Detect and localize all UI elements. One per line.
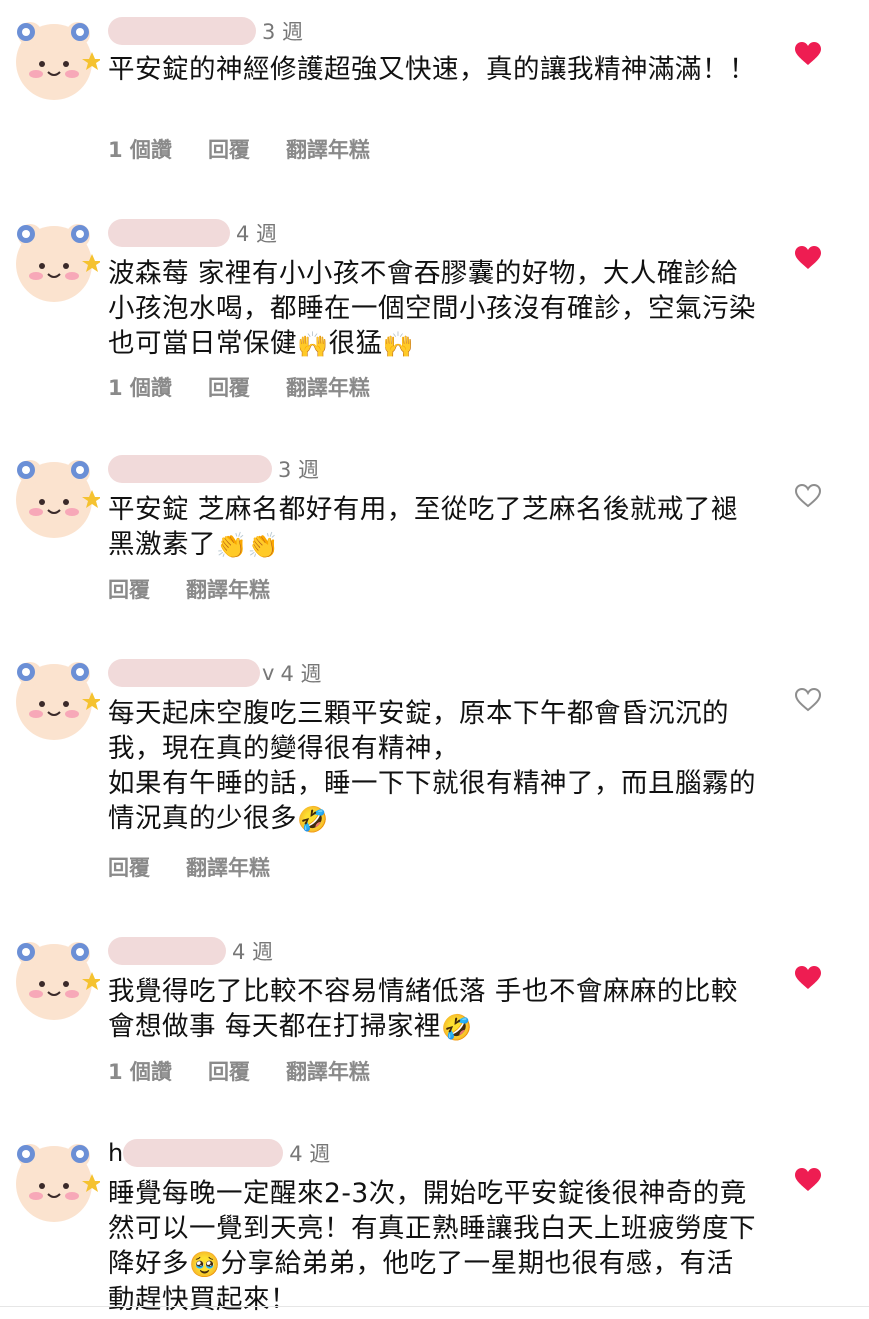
avatar[interactable]	[8, 214, 100, 306]
reply-button[interactable]: 回覆	[108, 852, 150, 882]
username-redacted[interactable]	[108, 937, 226, 965]
translate-button[interactable]: 翻譯年糕	[186, 852, 270, 882]
comment-actions: 回覆 翻譯年糕	[108, 852, 306, 882]
likes-count-link[interactable]: 1 個讚	[108, 1056, 172, 1086]
clapping-hands-emoji: 👏	[216, 531, 248, 560]
rofl-emoji: 🤣	[297, 805, 329, 834]
reply-button[interactable]: 回覆	[208, 134, 250, 164]
translate-button[interactable]: 翻譯年糕	[186, 574, 270, 604]
comment-header: 3 週	[108, 452, 319, 486]
heart-filled-icon[interactable]	[795, 246, 821, 270]
comment-header: 4 週	[108, 216, 277, 250]
comment-actions: 1 個讚 回覆 翻譯年糕	[108, 1056, 406, 1086]
heart-filled-icon[interactable]	[795, 1168, 821, 1192]
username-redacted[interactable]	[108, 17, 256, 45]
comment-timestamp: 3 週	[278, 458, 320, 482]
comment-header: h 4 週	[108, 1136, 330, 1170]
comment-actions: 1 個讚 回覆 翻譯年糕	[108, 134, 406, 164]
avatar[interactable]	[8, 1134, 100, 1226]
likes-count-link[interactable]: 1 個讚	[108, 134, 172, 164]
comment-item: h 4 週 睡覺每晚一定醒來2-3次，開始吃平安錠後很神奇的竟然可以一覺到天亮！…	[0, 1134, 869, 1315]
avatar[interactable]	[8, 652, 100, 744]
comment-header: 3 週	[108, 14, 303, 48]
username-redacted[interactable]	[123, 1139, 284, 1167]
comment-text-line1: 每天起床空腹吃三顆平安錠，原本下午都會昏沉沉的我，現在真的變得很有精神，	[108, 698, 729, 764]
comment-item: v 4 週 每天起床空腹吃三顆平安錠，原本下午都會昏沉沉的我，現在真的變得很有精…	[0, 652, 869, 892]
heart-filled-icon[interactable]	[795, 42, 821, 66]
raising-hands-emoji: 🙌	[382, 330, 415, 359]
heart-filled-icon[interactable]	[795, 966, 821, 990]
heart-outline-icon[interactable]	[795, 484, 821, 508]
comment-item: 3 週 平安錠的神經修護超強又快速，真的讓我精神滿滿！！ 1 個讚 回覆 翻譯年…	[0, 12, 869, 182]
username-redacted[interactable]	[108, 455, 272, 483]
comment-text-line2: 如果有午睡的話，睡一下下就很有精神了，而且腦霧的情況真的少很多🤣	[108, 766, 759, 837]
raising-hands-emoji: 🙌	[297, 330, 329, 359]
comment-text: 波森莓 家裡有小小孩不會吞膠囊的好物，大人確診給小孩泡水喝，都睡在一個空間小孩沒…	[108, 256, 759, 362]
comment-header: v 4 週	[108, 656, 321, 690]
comment-item: 4 週 我覺得吃了比較不容易情緒低落 手也不會麻麻的比較會想做事 每天都在打掃家…	[0, 932, 869, 1092]
translate-button[interactable]: 翻譯年糕	[286, 372, 370, 402]
reply-button[interactable]: 回覆	[208, 372, 250, 402]
comment-timestamp: 4 週	[289, 1142, 331, 1166]
comment-name-suffix: v	[262, 661, 275, 685]
comment-timestamp: 4 週	[280, 662, 322, 686]
clapping-hands-emoji: 👏	[247, 531, 280, 560]
divider	[0, 1306, 869, 1307]
username-redacted[interactable]	[108, 219, 230, 247]
username-visible-prefix[interactable]: h	[108, 1139, 123, 1167]
holding-back-tears-emoji: 🥹	[189, 1250, 221, 1279]
avatar[interactable]	[8, 450, 100, 542]
comment-item: 4 週 波森莓 家裡有小小孩不會吞膠囊的好物，大人確診給小孩泡水喝，都睡在一個空…	[0, 214, 869, 414]
comment-actions: 1 個讚 回覆 翻譯年糕	[108, 372, 406, 402]
reply-button[interactable]: 回覆	[108, 574, 150, 604]
comment-timestamp: 3 週	[262, 20, 304, 44]
comment-text: 我覺得吃了比較不容易情緒低落 手也不會麻麻的比較會想做事 每天都在打掃家裡🤣	[108, 974, 759, 1045]
comment-timestamp: 4 週	[236, 222, 278, 246]
comment-text: 平安錠 芝麻名都好有用，至從吃了芝麻名後就戒了褪黑激素了👏👏	[108, 492, 759, 563]
comment-text: 睡覺每晚一定醒來2-3次，開始吃平安錠後很神奇的竟然可以一覺到天亮！有真正熟睡讓…	[108, 1178, 756, 1315]
username-redacted[interactable]	[108, 659, 260, 687]
heart-outline-icon[interactable]	[795, 688, 821, 712]
rofl-emoji: 🤣	[440, 1013, 473, 1042]
comment-timestamp: 4 週	[232, 940, 274, 964]
translate-button[interactable]: 翻譯年糕	[286, 134, 370, 164]
comment-header: 4 週	[108, 934, 273, 968]
comment-text: 平安錠的神經修護超強又快速，真的讓我精神滿滿！！	[108, 54, 756, 85]
likes-count-link[interactable]: 1 個讚	[108, 372, 172, 402]
translate-button[interactable]: 翻譯年糕	[286, 1056, 370, 1086]
avatar[interactable]	[8, 12, 100, 104]
comment-item: 3 週 平安錠 芝麻名都好有用，至從吃了芝麻名後就戒了褪黑激素了👏👏 回覆 翻譯…	[0, 450, 869, 610]
reply-button[interactable]: 回覆	[208, 1056, 250, 1086]
comment-actions: 回覆 翻譯年糕	[108, 574, 306, 604]
avatar[interactable]	[8, 932, 100, 1024]
